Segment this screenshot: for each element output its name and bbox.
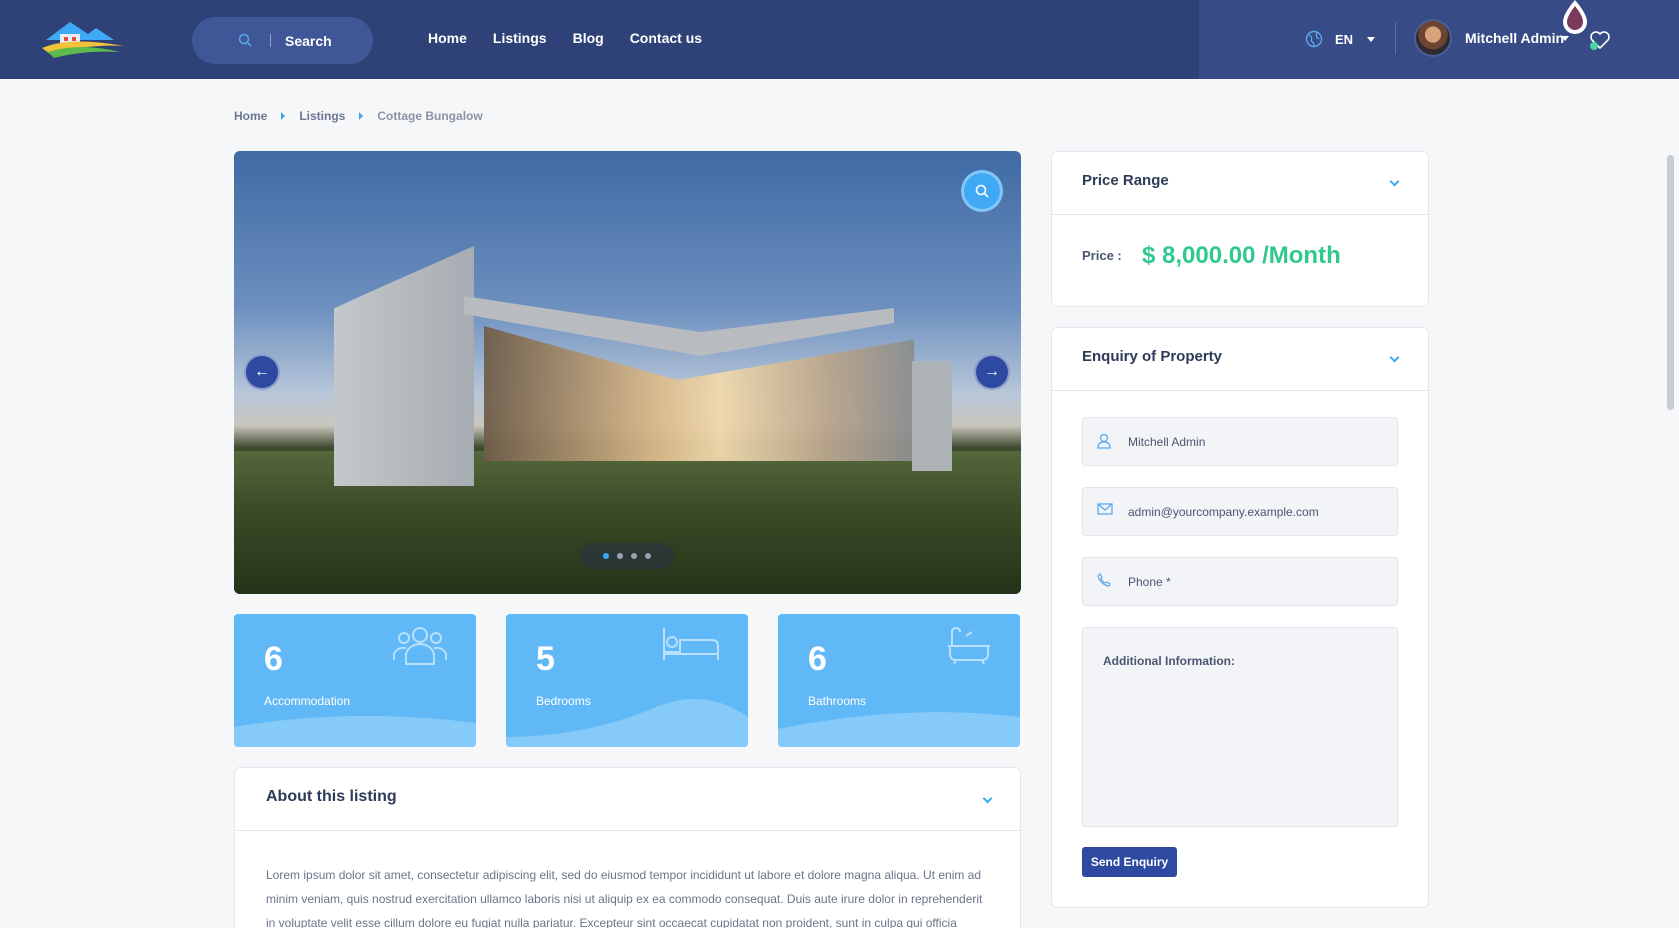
- language-selector[interactable]: EN: [1305, 30, 1376, 48]
- main-nav: Home Listings Blog Contact us: [428, 30, 728, 46]
- carousel-dot[interactable]: [645, 553, 651, 559]
- phone-field[interactable]: Phone *: [1082, 557, 1398, 606]
- chevron-down-icon[interactable]: [1389, 176, 1400, 187]
- price-range-panel: Price Range Price : $ 8,000.00 /Month: [1051, 151, 1429, 307]
- user-menu-chevron-icon[interactable]: [1561, 36, 1569, 41]
- wishlist-heart-icon[interactable]: [1589, 29, 1611, 51]
- phone-field-placeholder: Phone *: [1128, 575, 1171, 589]
- search-icon: [238, 33, 252, 47]
- name-field-value: Mitchell Admin: [1128, 435, 1206, 449]
- about-panel-header[interactable]: About this listing: [235, 768, 1020, 831]
- arrow-left-icon: ←: [254, 363, 270, 380]
- search-divider: [270, 34, 271, 47]
- envelope-icon: [1097, 503, 1113, 515]
- additional-info-field[interactable]: Additional Information:: [1082, 627, 1398, 827]
- enquiry-panel-header[interactable]: Enquiry of Property: [1052, 328, 1428, 391]
- chevron-down-icon[interactable]: [1389, 352, 1400, 363]
- page-scrollbar[interactable]: [1667, 155, 1674, 410]
- breadcrumb-listings[interactable]: Listings: [299, 109, 345, 123]
- price-label: Price :: [1082, 248, 1122, 263]
- user-icon: [1097, 433, 1111, 449]
- stat-value: 5: [536, 640, 555, 678]
- photo-house-wall-right: [912, 361, 952, 471]
- bed-icon: [663, 628, 719, 660]
- email-field[interactable]: admin@yourcompany.example.com: [1082, 487, 1398, 536]
- about-panel-title: About this listing: [266, 788, 397, 805]
- nav-home[interactable]: Home: [428, 30, 467, 46]
- stat-label: Accommodation: [264, 694, 351, 708]
- email-field-value: admin@yourcompany.example.com: [1128, 505, 1319, 519]
- zoom-button[interactable]: [961, 170, 1003, 212]
- photo-house-wall: [334, 246, 474, 486]
- nav-listings[interactable]: Listings: [493, 30, 547, 46]
- about-description: Lorem ipsum dolor sit amet, consectetur …: [266, 868, 983, 928]
- carousel-dots: [580, 543, 674, 569]
- breadcrumb-arrow-icon: [281, 112, 286, 120]
- breadcrumb-current: Cottage Bungalow: [377, 109, 483, 123]
- avatar[interactable]: [1414, 19, 1452, 57]
- carousel-dot[interactable]: [617, 553, 623, 559]
- nav-blog[interactable]: Blog: [573, 30, 604, 46]
- language-code: EN: [1335, 31, 1354, 47]
- about-listing-panel: About this listing Lorem ipsum dolor sit…: [234, 767, 1021, 928]
- additional-info-placeholder: Additional Information:: [1103, 654, 1235, 668]
- stat-card-accommodation: 6 Accommodation: [234, 614, 476, 747]
- enquiry-panel-title: Enquiry of Property: [1082, 348, 1223, 365]
- price-value: $ 8,000.00 /Month: [1142, 242, 1341, 269]
- globe-icon: [1305, 30, 1323, 48]
- drop-pin-icon: [1563, 0, 1587, 34]
- stat-card-bedrooms: 5 Bedrooms: [506, 614, 748, 747]
- breadcrumb-home[interactable]: Home: [234, 109, 267, 123]
- chevron-down-icon[interactable]: [982, 793, 993, 804]
- carousel-dot[interactable]: [603, 553, 609, 559]
- user-menu-name[interactable]: Mitchell Admin: [1465, 30, 1564, 46]
- search-label: Search: [285, 33, 332, 49]
- people-icon: [393, 627, 447, 665]
- brand-logo-icon[interactable]: [40, 18, 126, 60]
- search-button[interactable]: Search: [192, 17, 373, 64]
- bathtub-icon: [948, 626, 990, 665]
- stat-label: Bathrooms: [808, 694, 867, 708]
- carousel-prev-button[interactable]: ←: [244, 354, 280, 390]
- stat-value: 6: [264, 640, 283, 678]
- carousel-next-button[interactable]: →: [974, 354, 1010, 390]
- send-enquiry-button[interactable]: Send Enquiry: [1082, 847, 1177, 877]
- enquiry-panel: Enquiry of Property Mitchell Admin admin…: [1051, 327, 1429, 908]
- price-panel-header[interactable]: Price Range: [1052, 152, 1428, 215]
- chevron-down-icon: [1367, 36, 1376, 42]
- price-panel-title: Price Range: [1082, 172, 1169, 189]
- stat-label: Bedrooms: [536, 694, 591, 708]
- stat-value: 6: [808, 640, 827, 678]
- carousel-dot[interactable]: [631, 553, 637, 559]
- header-divider: [1395, 22, 1396, 54]
- breadcrumb: Home Listings Cottage Bungalow: [234, 109, 483, 123]
- name-field[interactable]: Mitchell Admin: [1082, 417, 1398, 466]
- phone-icon: [1097, 573, 1111, 587]
- property-image-carousel[interactable]: [234, 151, 1021, 594]
- breadcrumb-arrow-icon: [359, 112, 364, 120]
- nav-contact-us[interactable]: Contact us: [630, 30, 702, 46]
- stat-card-bathrooms: 6 Bathrooms: [778, 614, 1020, 747]
- arrow-right-icon: →: [984, 363, 1000, 380]
- search-icon: [975, 184, 989, 198]
